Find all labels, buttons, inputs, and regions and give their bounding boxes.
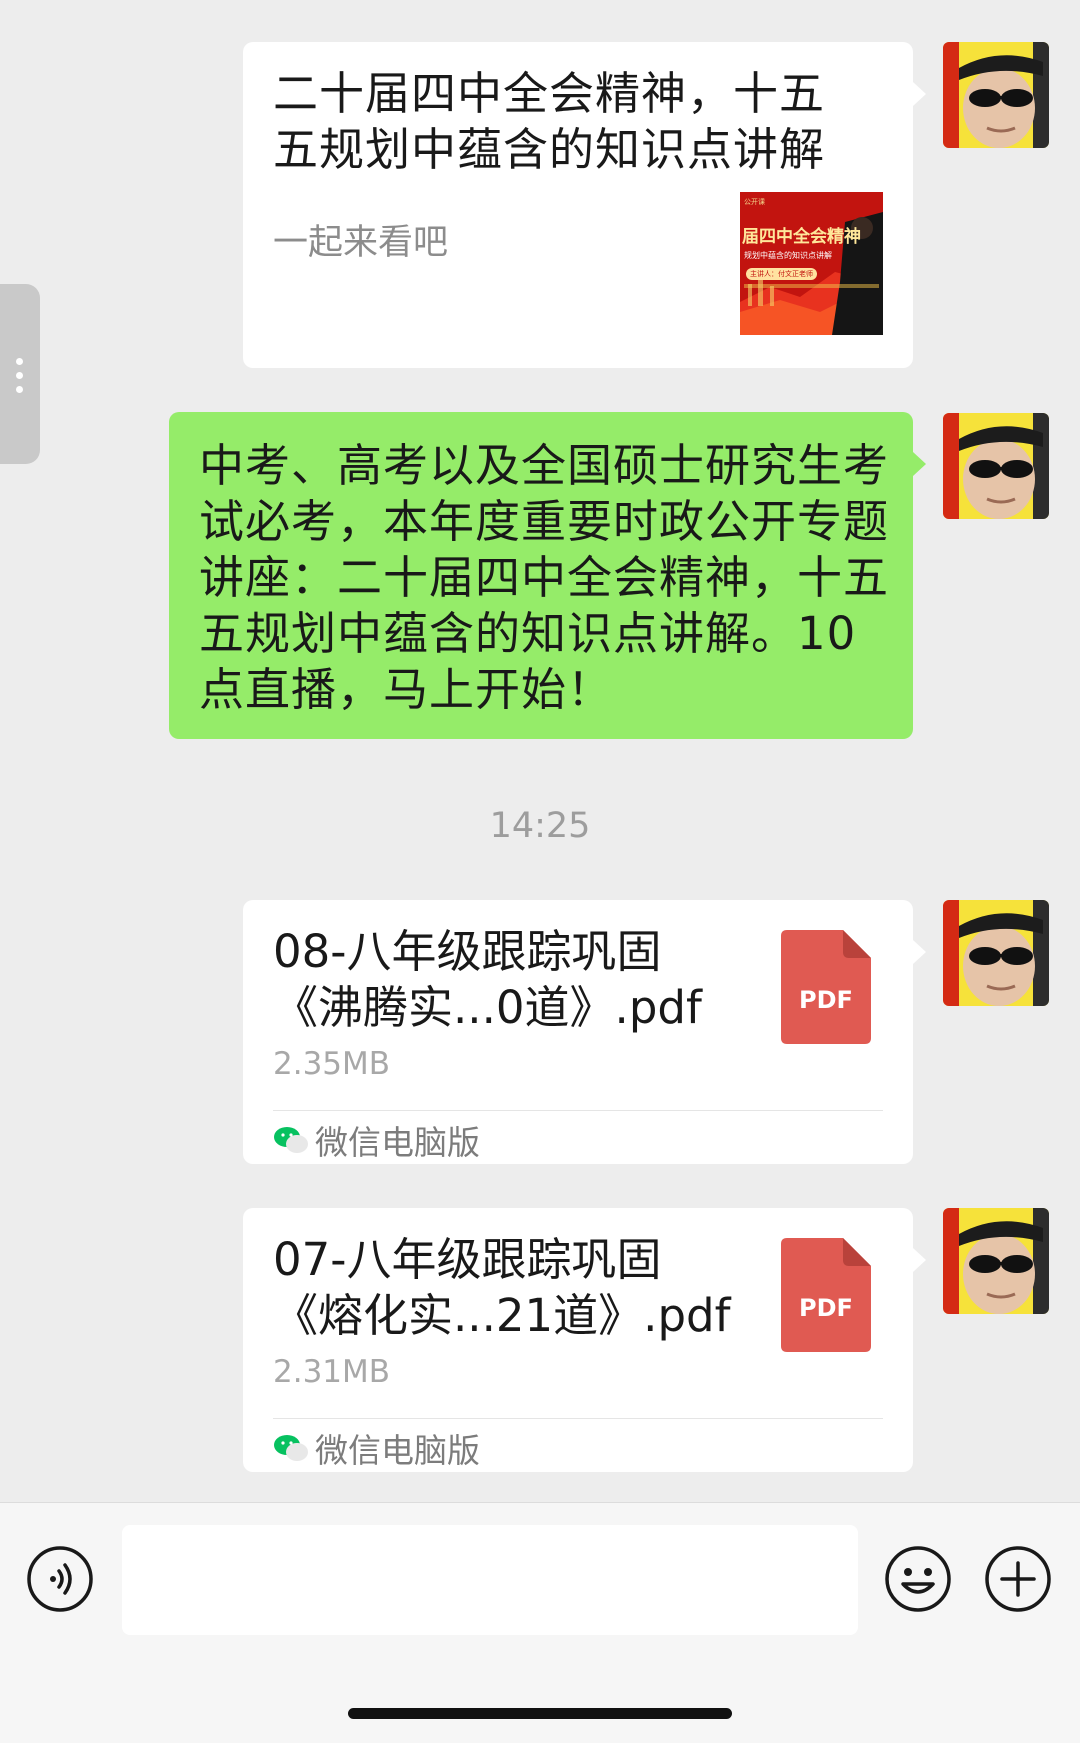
wechat-icon: [274, 1127, 308, 1153]
link-card-title: 二十届四中全会精神，十五五规划中蕴含的知识点讲解: [273, 67, 826, 176]
handle-dot: [16, 358, 23, 365]
text-message-content: 中考、高考以及全国硕士研究生考试必考，本年度重要时政公开专题讲座：二十届四中全会…: [199, 439, 890, 716]
wechat-icon: [274, 1435, 308, 1461]
link-card-thumbnail: 公开课 届四中全会精神 规划中蕴含的知识点讲解 主讲人：付文正老师: [740, 192, 883, 335]
link-card-description: 一起来看吧: [273, 223, 449, 263]
plus-button[interactable]: [985, 1546, 1051, 1612]
thumbnail-subline: 规划中蕴含的知识点讲解: [744, 251, 832, 260]
avatar[interactable]: [943, 900, 1049, 1006]
file-name-line2: 《熔化实...21道》.pdf: [273, 1289, 731, 1342]
avatar-image: [943, 42, 1049, 148]
side-drawer-handle[interactable]: [0, 284, 40, 464]
pdf-badge-label: PDF: [799, 986, 853, 1014]
bubble-tail: [913, 452, 926, 476]
file-source: 微信电脑版: [273, 1426, 480, 1470]
pdf-file-icon: PDF: [781, 1238, 871, 1352]
emoji-button[interactable]: [885, 1546, 951, 1612]
avatar[interactable]: [943, 413, 1049, 519]
bubble-tail: [913, 82, 926, 106]
avatar-image: [943, 413, 1049, 519]
thumbnail-speaker: 主讲人：付文正老师: [746, 268, 817, 280]
chat-input-bar: [0, 1502, 1080, 1743]
file-message[interactable]: 07-八年级跟踪巩固 《熔化实...21道》.pdf 2.31MB PDF 微信…: [243, 1208, 913, 1472]
file-name-line1: 08-八年级跟踪巩固: [273, 925, 662, 978]
text-message-bubble[interactable]: 中考、高考以及全国硕士研究生考试必考，本年度重要时政公开专题讲座：二十届四中全会…: [169, 412, 913, 739]
avatar-image: [943, 900, 1049, 1006]
plus-icon: [985, 1546, 1051, 1612]
handle-dot: [16, 386, 23, 393]
avatar[interactable]: [943, 42, 1049, 148]
voice-icon: [27, 1546, 93, 1612]
handle-dot: [16, 372, 23, 379]
file-name-line2: 《沸腾实...0道》.pdf: [273, 981, 702, 1034]
file-name: 07-八年级跟踪巩固 《熔化实...21道》.pdf: [273, 1232, 793, 1344]
link-card-message[interactable]: 二十届四中全会精神，十五五规划中蕴含的知识点讲解 一起来看吧 公开课 届四中全会…: [243, 42, 913, 368]
message-timestamp: 14:25: [489, 806, 591, 846]
divider: [273, 1110, 883, 1111]
home-indicator[interactable]: [348, 1708, 732, 1719]
file-source: 微信电脑版: [273, 1118, 480, 1162]
message-input[interactable]: [122, 1525, 858, 1635]
bubble-tail: [913, 940, 926, 964]
pdf-file-icon: PDF: [781, 930, 871, 1044]
thumbnail-headline: 届四中全会精神: [742, 227, 861, 247]
source-label: 微信电脑版: [315, 1123, 480, 1162]
bubble-tail: [913, 1248, 926, 1272]
voice-button[interactable]: [27, 1546, 93, 1612]
file-size: 2.31MB: [273, 1354, 391, 1390]
file-name: 08-八年级跟踪巩固 《沸腾实...0道》.pdf: [273, 924, 793, 1036]
emoji-icon: [885, 1546, 951, 1612]
file-message[interactable]: 08-八年级跟踪巩固 《沸腾实...0道》.pdf 2.35MB PDF 微信电…: [243, 900, 913, 1164]
pdf-badge-label: PDF: [799, 1294, 853, 1322]
svg-text:公开课: 公开课: [744, 197, 765, 206]
file-size: 2.35MB: [273, 1046, 391, 1082]
avatar[interactable]: [943, 1208, 1049, 1314]
source-label: 微信电脑版: [315, 1431, 480, 1470]
divider: [273, 1418, 883, 1419]
thumbnail-image: 公开课: [740, 192, 883, 335]
avatar-image: [943, 1208, 1049, 1314]
file-name-line1: 07-八年级跟踪巩固: [273, 1233, 662, 1286]
